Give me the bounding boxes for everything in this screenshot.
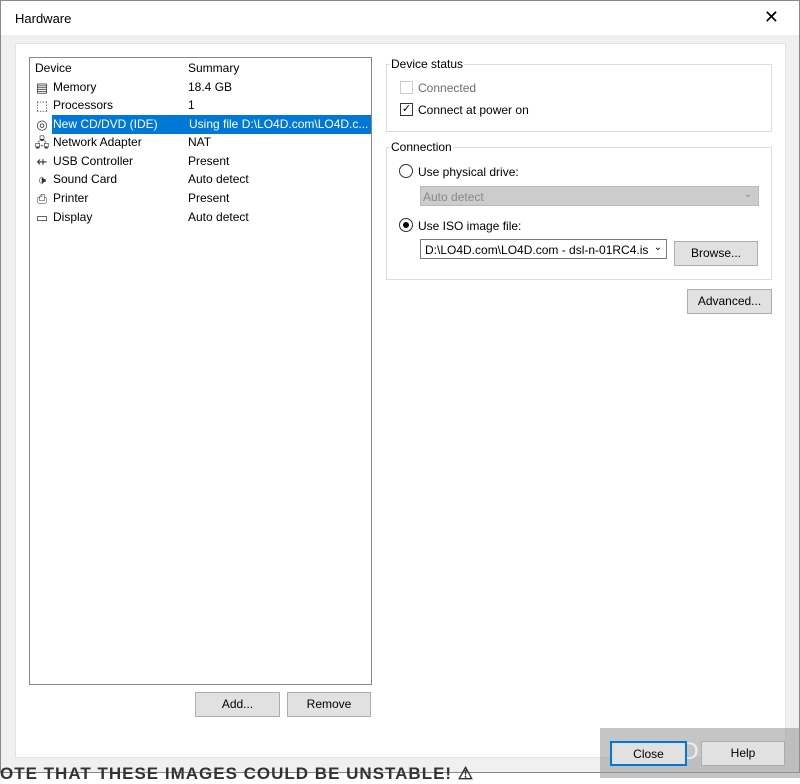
device-status-legend: Device status	[390, 57, 465, 71]
usb-icon: ⇷	[36, 154, 48, 169]
device-name: Network Adapter	[53, 135, 142, 149]
memory-icon: ▤	[35, 80, 49, 95]
hardware-dialog: Hardware ✕ Device Summary ▤ Memory 18.4 GB…	[0, 0, 800, 773]
header-device[interactable]: Device	[34, 59, 72, 78]
device-status-group: Device status	[386, 57, 772, 132]
list-item[interactable]: ◎ New CD/DVD (IDE) Using file D:\LO4D.com\…	[32, 115, 371, 134]
physical-drive-value: Auto detect	[423, 190, 484, 204]
device-summary: Present	[188, 191, 230, 205]
device-summary: Present	[188, 154, 230, 168]
iso-path-combobox[interactable]: D:\LO4D.com\LO4D.com - dsl-n-01RC4.is ⌄	[420, 239, 667, 259]
display-icon: ▭	[35, 210, 49, 225]
remove-button[interactable]: Remove	[287, 692, 371, 717]
device-name: USB Controller	[53, 154, 134, 168]
device-name: Processors	[53, 98, 114, 112]
connection-legend: Connection	[390, 140, 453, 154]
physical-drive-select: Auto detect ⌄	[420, 186, 759, 206]
iso-image-radio[interactable]	[399, 218, 413, 232]
list-item[interactable]: ▭ Display Auto detect	[32, 208, 369, 227]
chevron-down-icon[interactable]: ⌄	[650, 240, 666, 258]
printer-icon: ⎙	[36, 191, 48, 206]
device-name: New CD/DVD (IDE)	[52, 115, 186, 134]
title-bar: Hardware ✕	[1, 1, 799, 35]
close-icon[interactable]: ✕	[764, 7, 779, 28]
connected-checkbox[interactable]	[400, 81, 413, 94]
device-name: Display	[53, 210, 93, 224]
connect-at-power-on-checkbox[interactable]: ✓	[400, 103, 413, 116]
chevron-down-icon: ⌄	[743, 189, 752, 200]
processor-icon: ⬚	[35, 98, 49, 113]
device-summary: Using file D:\LO4D.com\LO4D.c...	[186, 115, 371, 134]
advanced-button[interactable]: Advanced...	[687, 289, 772, 314]
connect-at-power-on-label: Connect at power on	[418, 103, 529, 117]
device-summary: NAT	[188, 135, 212, 149]
sound-icon: 🕩	[37, 172, 47, 187]
list-item[interactable]: 🕩 Sound Card Auto detect	[32, 170, 369, 189]
browse-button[interactable]: Browse...	[674, 241, 758, 266]
window-title: Hardware	[15, 11, 72, 26]
list-item[interactable]: ⎙ Printer Present	[32, 189, 369, 208]
device-summary: Auto detect	[188, 172, 249, 186]
physical-drive-label: Use physical drive:	[418, 165, 519, 179]
list-item[interactable]: ⇷ USB Controller Present	[32, 152, 369, 171]
close-button[interactable]: Close	[610, 741, 687, 766]
device-list[interactable]: Device Summary ▤ Memory 18.4 GB ⬚ Processor…	[29, 57, 372, 685]
header-summary[interactable]: Summary	[188, 59, 239, 78]
device-name: Printer	[53, 191, 89, 205]
list-item[interactable]: 🖧 Network Adapter NAT	[32, 133, 369, 152]
network-adapter-icon: 🖧	[34, 135, 50, 150]
physical-drive-radio[interactable]	[399, 164, 413, 178]
device-summary: 18.4 GB	[188, 80, 233, 94]
device-summary: 1	[188, 98, 195, 112]
device-name: Sound Card	[53, 172, 118, 186]
help-button[interactable]: Help	[701, 741, 785, 766]
connected-label: Connected	[418, 81, 477, 95]
cd-dvd-icon: ◎	[36, 117, 48, 132]
device-summary: Auto detect	[188, 210, 249, 224]
iso-path-value: D:\LO4D.com\LO4D.com - dsl-n-01RC4.is	[425, 243, 649, 257]
list-item[interactable]: ⬚ Processors 1	[32, 96, 369, 115]
list-item[interactable]: ▤ Memory 18.4 GB	[32, 78, 369, 97]
device-name: Memory	[53, 80, 97, 94]
list-header: Device Summary	[32, 59, 369, 78]
background-page-text: OTE THAT THESE IMAGES COULD BE UNSTABLE!…	[0, 764, 475, 783]
iso-image-label: Use ISO image file:	[418, 219, 522, 233]
add-button[interactable]: Add...	[195, 692, 280, 717]
